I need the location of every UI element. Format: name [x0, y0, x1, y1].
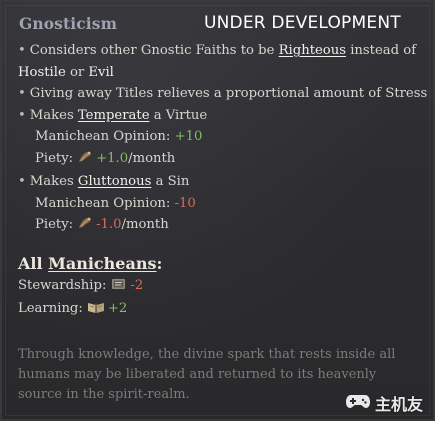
piety-unit: /month — [128, 150, 176, 166]
group-heading: All Manicheans: — [18, 253, 423, 275]
virtue-text-pre: Makes — [29, 107, 78, 123]
sin-line: • Makes Gluttonous a Sin — [18, 171, 423, 193]
religion-tooltip: Gnosticism UNDER DEVELOPMENT • Considers … — [0, 0, 435, 421]
piety-value: -1.0 — [96, 217, 122, 232]
hostile-link[interactable]: Hostile — [18, 65, 66, 80]
opinion-label: Manichean Opinion: — [35, 129, 171, 144]
virtue-piety: Piety: +1.0/month — [18, 148, 423, 172]
bullet: • — [18, 107, 26, 123]
stewardship-label: Stewardship: — [18, 277, 107, 293]
opinion-label: Manichean Opinion: — [35, 195, 171, 211]
tenet-text: Giving away Titles relieves a proportion… — [29, 86, 428, 101]
group-suffix: : — [156, 253, 163, 273]
watermark: 主机友 — [345, 391, 423, 415]
gluttonous-link[interactable]: Gluttonous — [78, 174, 151, 189]
watermark-text: 主机友 — [374, 395, 423, 414]
piety-label: Piety: — [35, 217, 74, 232]
temperate-link[interactable]: Temperate — [78, 108, 150, 123]
learning-label: Learning: — [18, 301, 83, 316]
piety-icon — [77, 150, 93, 172]
tenet-titles-stress: • Giving away Titles relieves a proportio… — [18, 83, 427, 105]
sin-opinion: Manichean Opinion: -10 — [18, 193, 423, 215]
learning-modifier: Learning: +2 — [18, 298, 423, 322]
manicheans-link[interactable]: Manicheans — [48, 254, 156, 273]
virtue-text-post: a Virtue — [149, 107, 208, 123]
gamepad-icon — [345, 392, 371, 414]
bullet: • — [18, 86, 26, 101]
bullet: • — [18, 43, 26, 58]
piety-label: Piety: — [35, 150, 74, 166]
tenet-gnostic-faiths: • Considers other Gnostic Faiths to be Ri… — [18, 40, 423, 62]
under-development-label: UNDER DEVELOPMENT — [204, 13, 401, 33]
stewardship-modifier: Stewardship: -2 — [18, 275, 423, 299]
virtue-opinion: Manichean Opinion: +10 — [18, 126, 423, 148]
group-prefix: All — [18, 253, 49, 273]
sin-text-pre: Makes — [29, 174, 78, 189]
piety-value: +1.0 — [96, 150, 129, 166]
learning-icon — [87, 300, 105, 322]
evil-link[interactable]: Evil — [88, 65, 114, 80]
learning-value: +2 — [107, 301, 128, 316]
tenet-text-or: or — [65, 64, 89, 80]
tooltip-content: • Considers other Gnostic Faiths to be Ri… — [18, 40, 427, 322]
opinion-value: +10 — [174, 129, 203, 144]
sin-piety: Piety: -1.0/month — [18, 214, 423, 238]
tenet-text: Considers other Gnostic Faiths to be — [29, 43, 279, 58]
righteous-link[interactable]: Righteous — [279, 43, 346, 58]
tenet-text-mid: instead of — [346, 43, 417, 58]
virtue-line: • Makes Temperate a Virtue — [18, 105, 423, 127]
tooltip-title: Gnosticism — [19, 14, 118, 33]
piety-icon — [77, 216, 93, 238]
tenet-gnostic-faiths-cont: Hostile or Evil — [18, 62, 423, 84]
stewardship-value: -2 — [130, 277, 144, 293]
piety-unit: /month — [121, 217, 169, 232]
stewardship-icon — [110, 277, 127, 299]
opinion-value: -10 — [174, 195, 196, 211]
bullet: • — [18, 174, 26, 189]
sin-text-post: a Sin — [151, 174, 190, 189]
